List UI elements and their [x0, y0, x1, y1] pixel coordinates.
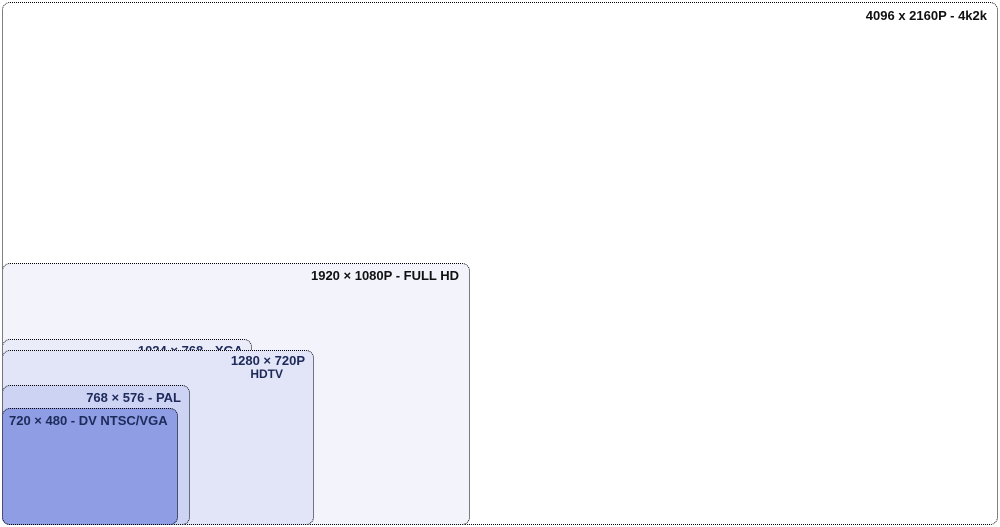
- resolution-diagram: 4096 x 2160P - 4k2k 1920 × 1080P - FULL …: [0, 0, 1000, 527]
- box-ntsc: 720 × 480 - DV NTSC/VGA: [2, 408, 178, 525]
- label-4k2k: 4096 x 2160P - 4k2k: [866, 8, 987, 23]
- label-hdtv-sub: HDTV: [250, 367, 283, 381]
- label-ntsc: 720 × 480 - DV NTSC/VGA: [9, 413, 168, 428]
- label-fullhd: 1920 × 1080P - FULL HD: [311, 268, 459, 283]
- label-pal: 768 × 576 - PAL: [86, 390, 181, 405]
- label-hdtv: 1280 × 720P: [231, 353, 305, 368]
